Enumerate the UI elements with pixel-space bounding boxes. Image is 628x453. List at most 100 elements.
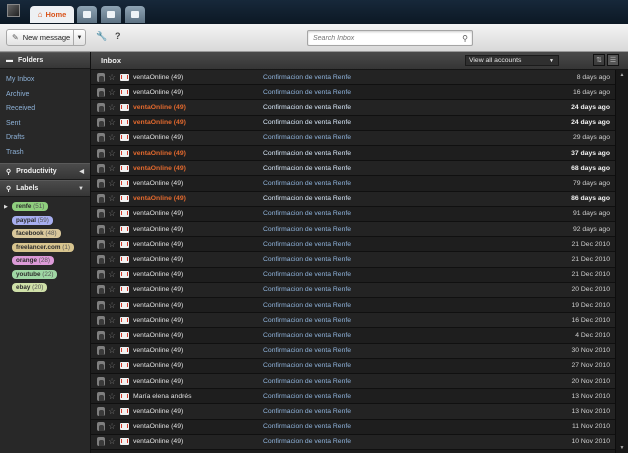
help-icon[interactable]: ? bbox=[115, 31, 121, 41]
folder-received[interactable]: Received bbox=[0, 102, 90, 117]
chevron-down-icon[interactable]: ▼ bbox=[73, 30, 85, 45]
message-row[interactable]: ☆ ventaOnline (49) Confirmacion de venta R… bbox=[91, 252, 615, 268]
star-icon[interactable]: ☆ bbox=[107, 148, 117, 159]
message-row[interactable]: ☆ ventaOnline (49) Confirmacion de venta R… bbox=[91, 176, 615, 192]
contact-avatar-icon[interactable] bbox=[97, 330, 105, 340]
message-row[interactable]: ☆ ventaOnline (49) Confirmacion de venta R… bbox=[91, 130, 615, 146]
message-row[interactable]: ☆ ventaOnline (49) Confirmacion de venta R… bbox=[91, 146, 615, 162]
productivity-header[interactable]: ⚲ Productivity ◀ bbox=[0, 163, 90, 180]
contact-avatar-icon[interactable] bbox=[97, 87, 105, 97]
star-icon[interactable]: ☆ bbox=[107, 330, 117, 341]
star-icon[interactable]: ☆ bbox=[107, 193, 117, 204]
star-icon[interactable]: ☆ bbox=[107, 117, 117, 128]
contact-avatar-icon[interactable] bbox=[97, 224, 105, 234]
contact-avatar-icon[interactable] bbox=[97, 437, 105, 447]
folders-header[interactable]: ▬ Folders bbox=[0, 52, 90, 69]
label-item[interactable]: facebook (48) bbox=[4, 227, 90, 241]
contact-avatar-icon[interactable] bbox=[97, 346, 105, 356]
label-pill[interactable]: renfe (51) bbox=[12, 202, 49, 212]
contact-avatar-icon[interactable] bbox=[97, 178, 105, 188]
folder-drafts[interactable]: Drafts bbox=[0, 131, 90, 146]
contact-avatar-icon[interactable] bbox=[97, 118, 105, 128]
star-icon[interactable]: ☆ bbox=[107, 102, 117, 113]
star-icon[interactable]: ☆ bbox=[107, 360, 117, 371]
message-row[interactable]: ☆ ventaOnline (49) Confirmacion de venta R… bbox=[91, 358, 615, 374]
message-row[interactable]: ☆ ventaOnline (49) Confirmacion de venta R… bbox=[91, 115, 615, 131]
star-icon[interactable]: ☆ bbox=[107, 269, 117, 280]
star-icon[interactable]: ☆ bbox=[107, 391, 117, 402]
message-row[interactable]: ☆ ventaOnline (49) Confirmacion de venta R… bbox=[91, 282, 615, 298]
tab-documents[interactable] bbox=[101, 6, 121, 23]
settings-wrench-icon[interactable]: 🔧 bbox=[96, 31, 107, 42]
label-item[interactable]: paypal (59) bbox=[4, 214, 90, 228]
search-icon[interactable]: ⚲ bbox=[458, 34, 472, 43]
star-icon[interactable]: ☆ bbox=[107, 345, 117, 356]
label-pill[interactable]: ebay (20) bbox=[12, 283, 48, 293]
message-row[interactable]: ☆ ventaOnline (49) Confirmacion de venta R… bbox=[91, 298, 615, 314]
message-row[interactable]: ☆ ventaOnline (49) Confirmacion de venta R… bbox=[91, 419, 615, 435]
scroll-up-icon[interactable]: ▲ bbox=[616, 72, 628, 78]
contact-avatar-icon[interactable] bbox=[97, 239, 105, 249]
star-icon[interactable]: ☆ bbox=[107, 224, 117, 235]
message-row[interactable]: ☆ ventaOnline (49) Confirmacion de venta R… bbox=[91, 404, 615, 420]
folder-trash[interactable]: Trash bbox=[0, 146, 90, 161]
contact-avatar-icon[interactable] bbox=[97, 194, 105, 204]
chevron-down-icon[interactable]: ▼ bbox=[78, 186, 84, 192]
star-icon[interactable]: ☆ bbox=[107, 315, 117, 326]
contact-avatar-icon[interactable] bbox=[97, 361, 105, 371]
label-item[interactable]: ▶ renfe (51) bbox=[4, 200, 90, 214]
contact-avatar-icon[interactable] bbox=[97, 102, 105, 112]
label-item[interactable]: freelancer.com (1) bbox=[4, 241, 90, 255]
contact-avatar-icon[interactable] bbox=[97, 209, 105, 219]
message-row[interactable]: ☆ ventaOnline (49) Confirmacion de venta R… bbox=[91, 374, 615, 390]
chevron-left-icon[interactable]: ◀ bbox=[79, 168, 84, 175]
contact-avatar-icon[interactable] bbox=[97, 376, 105, 386]
label-pill[interactable]: orange (28) bbox=[12, 256, 54, 266]
star-icon[interactable]: ☆ bbox=[107, 300, 117, 311]
star-icon[interactable]: ☆ bbox=[107, 376, 117, 387]
new-message-button[interactable]: ✎ New message ▼ bbox=[6, 29, 86, 46]
filter-toggle-icon[interactable]: ⇅ bbox=[593, 54, 605, 66]
message-row[interactable]: ☆ ventaOnline (49) Confirmacion de venta R… bbox=[91, 70, 615, 86]
tab-contacts[interactable] bbox=[77, 6, 97, 23]
message-row[interactable]: ☆ ventaOnline (49) Confirmacion de venta R… bbox=[91, 313, 615, 329]
account-filter-select[interactable]: View all accounts ▼ bbox=[465, 55, 559, 66]
expand-arrow-icon[interactable]: ▶ bbox=[4, 204, 12, 210]
message-row[interactable]: ☆ ventaOnline (49) Confirmacion de venta R… bbox=[91, 328, 615, 344]
message-row[interactable]: ☆ ventaOnline (49) Confirmacion de venta R… bbox=[91, 100, 615, 116]
scroll-down-icon[interactable]: ▼ bbox=[616, 445, 628, 451]
message-row[interactable]: ☆ ventaOnline (49) Confirmacion de venta R… bbox=[91, 161, 615, 177]
tab-apps[interactable] bbox=[125, 6, 145, 23]
folder-archive[interactable]: Archive bbox=[0, 88, 90, 103]
contact-avatar-icon[interactable] bbox=[97, 72, 105, 82]
message-row[interactable]: ☆ ventaOnline (49) Confirmacion de venta R… bbox=[91, 343, 615, 359]
star-icon[interactable]: ☆ bbox=[107, 208, 117, 219]
label-pill[interactable]: facebook (48) bbox=[12, 229, 61, 239]
label-pill[interactable]: freelancer.com (1) bbox=[12, 242, 74, 252]
message-row[interactable]: ☆ ventaOnline (49) Confirmacion de venta R… bbox=[91, 206, 615, 222]
tab-home[interactable]: ⌂ Home bbox=[30, 6, 74, 23]
star-icon[interactable]: ☆ bbox=[107, 72, 117, 83]
label-pill[interactable]: youtube (22) bbox=[12, 269, 58, 279]
contact-avatar-icon[interactable] bbox=[97, 148, 105, 158]
contact-avatar-icon[interactable] bbox=[97, 391, 105, 401]
label-item[interactable]: orange (28) bbox=[4, 254, 90, 268]
label-item[interactable]: ebay (20) bbox=[4, 281, 90, 295]
app-logo-icon[interactable] bbox=[7, 4, 20, 17]
search-input[interactable] bbox=[308, 33, 458, 43]
contact-avatar-icon[interactable] bbox=[97, 406, 105, 416]
message-row[interactable]: ☆ ventaOnline (49) Confirmacion de venta R… bbox=[91, 191, 615, 207]
star-icon[interactable]: ☆ bbox=[107, 87, 117, 98]
star-icon[interactable]: ☆ bbox=[107, 239, 117, 250]
contact-avatar-icon[interactable] bbox=[97, 315, 105, 325]
folder-sent[interactable]: Sent bbox=[0, 117, 90, 132]
star-icon[interactable]: ☆ bbox=[107, 284, 117, 295]
message-row[interactable]: ☆ ventaOnline (49) Confirmacion de venta R… bbox=[91, 434, 615, 450]
star-icon[interactable]: ☆ bbox=[107, 132, 117, 143]
star-icon[interactable]: ☆ bbox=[107, 421, 117, 432]
star-icon[interactable]: ☆ bbox=[107, 178, 117, 189]
contact-avatar-icon[interactable] bbox=[97, 163, 105, 173]
star-icon[interactable]: ☆ bbox=[107, 254, 117, 265]
star-icon[interactable]: ☆ bbox=[107, 406, 117, 417]
contact-avatar-icon[interactable] bbox=[97, 422, 105, 432]
